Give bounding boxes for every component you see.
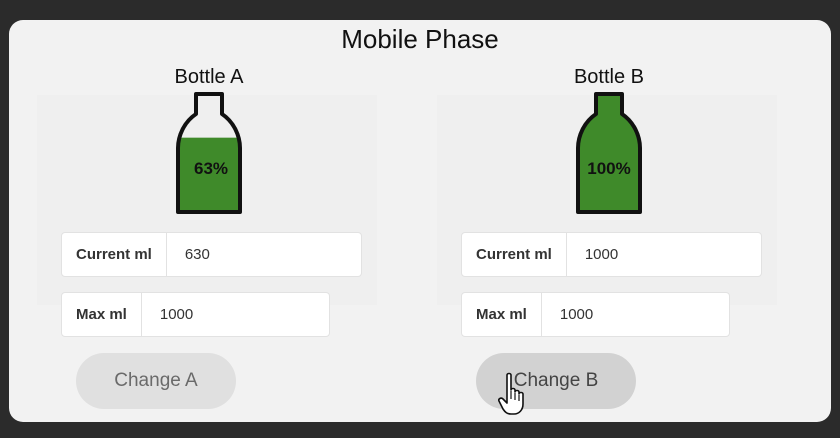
bottle-a-current-ml-input[interactable] [166, 233, 361, 276]
bottle-b-title: Bottle B [573, 66, 645, 88]
max-ml-label: Max ml [62, 293, 142, 336]
bottle-b-icon: 100% [576, 92, 642, 214]
bottle-a-current-ml-field: Current ml [61, 232, 362, 277]
bottle-b-max-ml-field: Max ml [461, 292, 730, 337]
bottle-a-max-ml-input[interactable] [141, 293, 329, 336]
max-ml-label: Max ml [462, 293, 542, 336]
bottle-a-title: Bottle A [174, 66, 244, 88]
bottle-a-icon: 63% [176, 92, 242, 214]
current-ml-label: Current ml [462, 233, 567, 276]
bottle-b-current-ml-input[interactable] [566, 233, 761, 276]
current-ml-label: Current ml [62, 233, 167, 276]
panel-title: Mobile Phase [341, 24, 499, 54]
bottle-a-percent: 63% [194, 159, 228, 178]
change-a-button[interactable]: Change A [76, 353, 236, 409]
mobile-phase-panel: Mobile Phase Bottle A 63% Current ml Max… [9, 20, 831, 422]
bottle-b-liquid [578, 94, 640, 212]
bottle-a-max-ml-field: Max ml [61, 292, 330, 337]
bottle-b-percent: 100% [587, 159, 630, 178]
bottle-b-max-ml-input[interactable] [541, 293, 729, 336]
bottle-b-current-ml-field: Current ml [461, 232, 762, 277]
hand-pointer-icon [498, 372, 524, 415]
